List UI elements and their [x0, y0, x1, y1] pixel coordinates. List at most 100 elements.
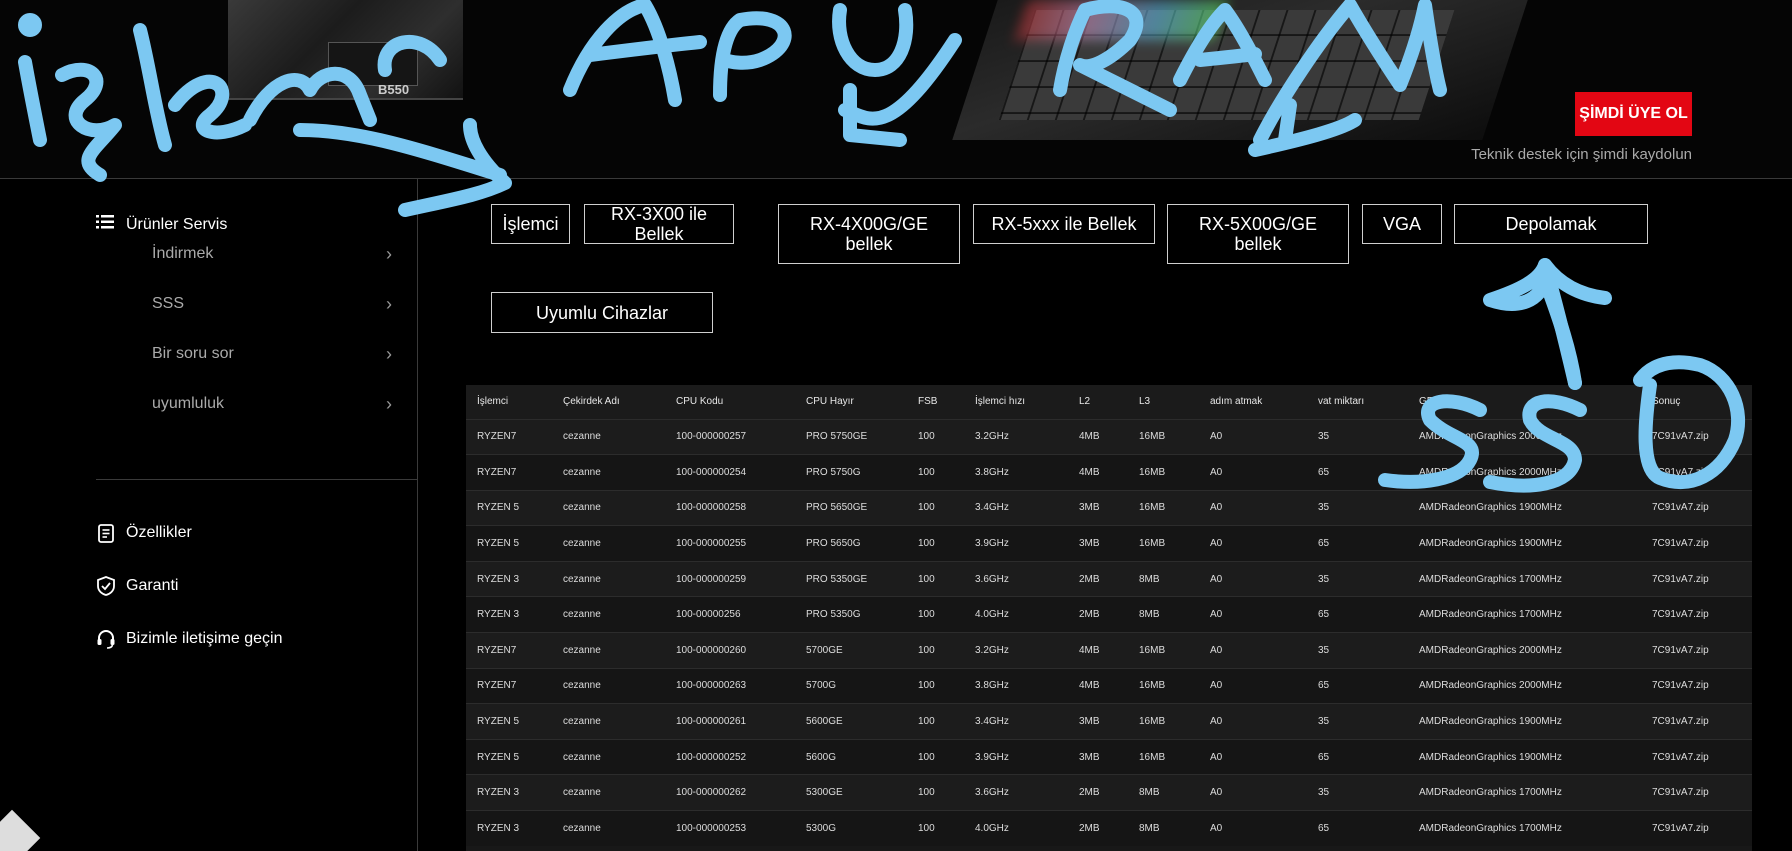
- table-cell[interactable]: 7C91vA7.zip: [1641, 632, 1752, 669]
- table-cell: 3.2GHz: [964, 632, 1068, 669]
- tab-rx-5x00g-memory[interactable]: RX-5X00G/GE bellek: [1167, 204, 1349, 264]
- table-cell: PRO 5350GE: [795, 560, 907, 597]
- table-row: RYZEN7 cezanne 100-000000263 5700G 100 3.8GHz…: [466, 667, 1752, 704]
- table-cell: 16MB: [1128, 738, 1199, 775]
- sidebar-link-warranty[interactable]: Garanti: [96, 576, 178, 596]
- headset-icon: [96, 629, 116, 649]
- column-header: FSB: [907, 385, 964, 419]
- sidebar-item-download[interactable]: İndirmek ›: [152, 234, 392, 274]
- table-cell: 4MB: [1068, 632, 1128, 669]
- table-cell: A0: [1199, 738, 1307, 775]
- table-cell: 100: [907, 525, 964, 562]
- table-cell: 3MB: [1068, 525, 1128, 562]
- table-cell: 35: [1307, 632, 1408, 669]
- table-cell: A0: [1199, 454, 1307, 491]
- table-cell: 4.0GHz: [964, 596, 1068, 633]
- table-cell[interactable]: 7C91vA7.zip: [1641, 525, 1752, 562]
- table-cell: 3.4GHz: [964, 703, 1068, 740]
- table-cell: 5300G: [795, 810, 907, 847]
- table-cell: 65: [1307, 525, 1408, 562]
- sidebar-item-faq[interactable]: SSS ›: [152, 284, 392, 324]
- table-cell: 16MB: [1128, 632, 1199, 669]
- tab-storage[interactable]: Depolamak: [1454, 204, 1648, 244]
- sidebar-link-specifications[interactable]: Özellikler: [96, 523, 192, 543]
- table-row: RYZEN 3 cezanne 100-000000259 PRO 5350GE 100…: [466, 560, 1752, 597]
- table-cell: cezanne: [552, 810, 665, 847]
- table-cell: RYZEN 5: [466, 489, 552, 526]
- table-cell: 3.8GHz: [964, 667, 1068, 704]
- table-cell: 65: [1307, 810, 1408, 847]
- table-body: RYZEN7 cezanne 100-000000257 PRO 5750GE 100 3…: [466, 418, 1752, 847]
- sidebar-item-ask-question[interactable]: Bir soru sor ›: [152, 334, 392, 374]
- table-cell: 65: [1307, 667, 1408, 704]
- table-row: RYZEN 3 cezanne 100-000000262 5300GE 100 3.6G…: [466, 774, 1752, 811]
- table-cell: cezanne: [552, 560, 665, 597]
- table-cell: 100-000000260: [665, 632, 795, 669]
- table-cell: RYZEN 3: [466, 810, 552, 847]
- table-cell: 100: [907, 560, 964, 597]
- sidebar-item-compatibility[interactable]: uyumluluk ›: [152, 384, 392, 424]
- table-cell[interactable]: 7C91vA7.zip: [1641, 667, 1752, 704]
- sidebar-item-label: SSS: [152, 295, 185, 312]
- table-cell: PRO 5350G: [795, 596, 907, 633]
- table-cell: A0: [1199, 703, 1307, 740]
- sidebar-item-label: İndirmek: [152, 245, 214, 262]
- table-cell: RYZEN 5: [466, 738, 552, 775]
- table-cell[interactable]: 7C91vA7.zip: [1641, 454, 1752, 491]
- table-row: RYZEN7 cezanne 100-000000254 PRO 5750G 100 3.…: [466, 454, 1752, 491]
- table-row: RYZEN 5 cezanne 100-000000252 5600G 100 3.9GH…: [466, 738, 1752, 775]
- sidebar-link-contact[interactable]: Bizimle iletişime geçin: [96, 629, 283, 649]
- table-cell[interactable]: 7C91vA7.zip: [1641, 560, 1752, 597]
- table-row: RYZEN7 cezanne 100-000000257 PRO 5750GE 100 3…: [466, 418, 1752, 455]
- table-cell[interactable]: 7C91vA7.zip: [1641, 810, 1752, 847]
- table-row: RYZEN7 cezanne 100-000000260 5700GE 100 3.2GH…: [466, 632, 1752, 669]
- table-cell[interactable]: 7C91vA7.zip: [1641, 703, 1752, 740]
- sidebar-divider: [417, 179, 418, 851]
- column-header: Sonuç: [1641, 385, 1752, 419]
- table-cell[interactable]: 7C91vA7.zip: [1641, 738, 1752, 775]
- table-cell: 65: [1307, 454, 1408, 491]
- table-cell: 100-00000256: [665, 596, 795, 633]
- table-cell: AMDRadeonGraphics 1700MHz: [1408, 560, 1641, 597]
- table-cell: 5600GE: [795, 703, 907, 740]
- table-cell: RYZEN 5: [466, 703, 552, 740]
- table-cell: 8MB: [1128, 774, 1199, 811]
- table-cell: A0: [1199, 774, 1307, 811]
- table-cell: 100-000000262: [665, 774, 795, 811]
- table-cell: 5700GE: [795, 632, 907, 669]
- table-cell: 2MB: [1068, 596, 1128, 633]
- table-cell: 100: [907, 596, 964, 633]
- table-cell: A0: [1199, 810, 1307, 847]
- column-header: CPU Kodu: [665, 385, 795, 419]
- tab-rx-4x00g-memory[interactable]: RX-4X00G/GE bellek: [778, 204, 960, 264]
- table-row: RYZEN 3 cezanne 100-00000256 PRO 5350G 100 4.…: [466, 596, 1752, 633]
- table-cell: 4MB: [1068, 454, 1128, 491]
- table-cell: cezanne: [552, 774, 665, 811]
- column-header: L3: [1128, 385, 1199, 419]
- table-cell: 4.0GHz: [964, 810, 1068, 847]
- chevron-right-icon: ›: [386, 343, 392, 364]
- table-cell[interactable]: 7C91vA7.zip: [1641, 418, 1752, 455]
- tab-rx-5xxx-memory[interactable]: RX-5xxx ile Bellek: [973, 204, 1155, 244]
- table-cell: PRO 5750G: [795, 454, 907, 491]
- sidebar-link-label: Garanti: [126, 577, 179, 594]
- sidebar-heading-label: Ürünler Servis: [126, 215, 228, 233]
- table-cell: 3MB: [1068, 703, 1128, 740]
- tab-vga[interactable]: VGA: [1362, 204, 1442, 244]
- table-cell[interactable]: 7C91vA7.zip: [1641, 489, 1752, 526]
- table-cell: 3MB: [1068, 738, 1128, 775]
- sidebar-item-label: uyumluluk: [152, 395, 225, 412]
- sidebar-item-label: Bir soru sor: [152, 345, 234, 362]
- tab-rx-3x00-memory[interactable]: RX-3X00 ile Bellek: [584, 204, 734, 244]
- table-cell: 100-000000263: [665, 667, 795, 704]
- table-cell: 100: [907, 738, 964, 775]
- table-cell: 35: [1307, 418, 1408, 455]
- signup-button[interactable]: ŞİMDİ ÜYE OL: [1575, 92, 1692, 136]
- table-cell: AMDRadeonGraphics 1700MHz: [1408, 810, 1641, 847]
- table-cell: 5600G: [795, 738, 907, 775]
- tab-compatible-devices[interactable]: Uyumlu Cihazlar: [491, 292, 713, 333]
- table-cell[interactable]: 7C91vA7.zip: [1641, 596, 1752, 633]
- table-cell[interactable]: 7C91vA7.zip: [1641, 774, 1752, 811]
- table-cell: AMDRadeonGraphics 1700MHz: [1408, 774, 1641, 811]
- tab-processor[interactable]: İşlemci: [491, 204, 570, 244]
